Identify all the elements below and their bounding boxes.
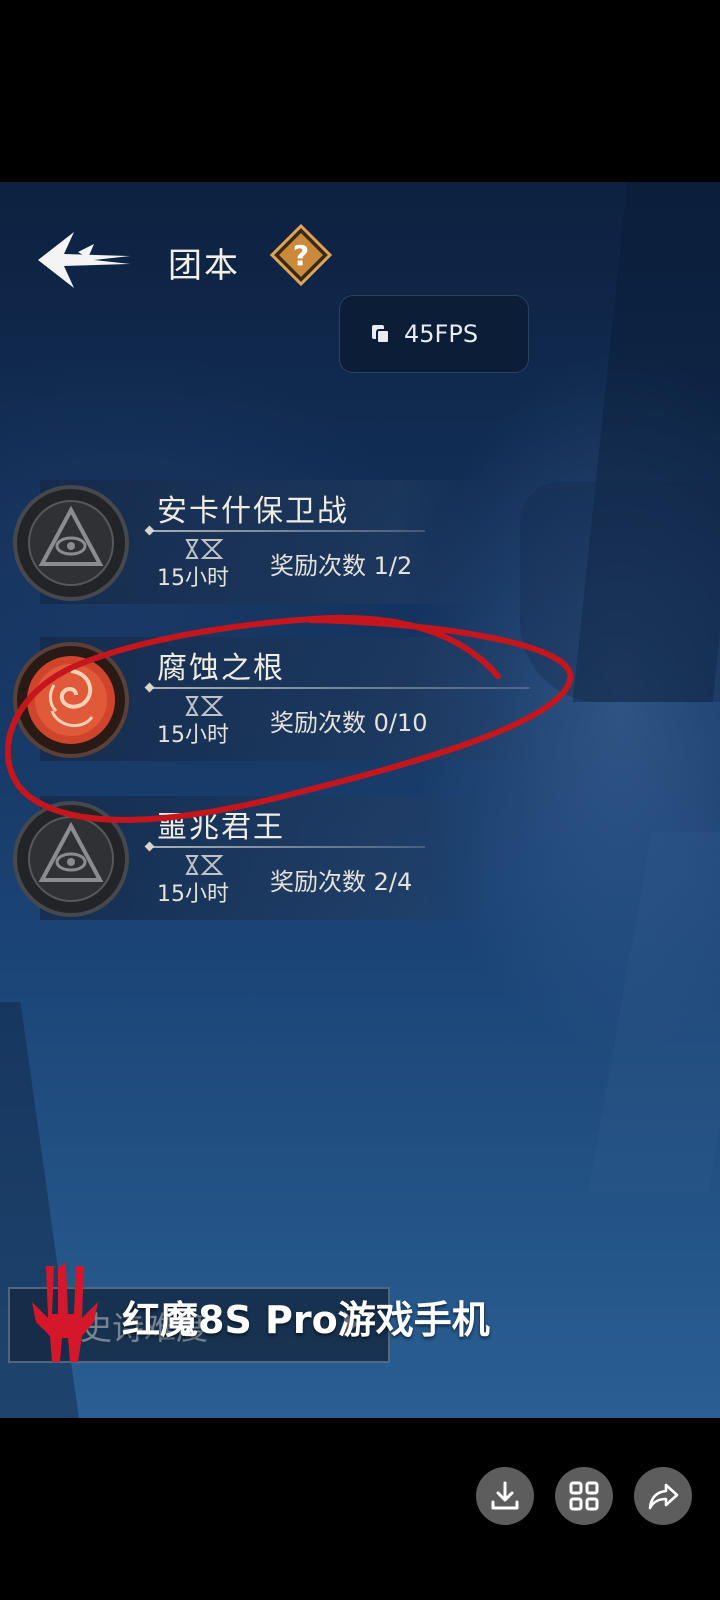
raid-entry-1[interactable]: 安卡什保卫战 15小时 奖励次数 1/2	[0, 480, 490, 604]
raid-name: 安卡什保卫战	[157, 494, 349, 529]
grid-icon	[569, 1481, 599, 1511]
copy-icon	[372, 325, 390, 344]
redmagic-logo	[32, 1262, 98, 1362]
share-button[interactable]	[634, 1467, 692, 1525]
hourglass-icon	[185, 539, 224, 559]
download-button[interactable]	[476, 1467, 534, 1525]
game-screen: 团本 ? 45FPS 安卡什保卫战 15小时 奖励次数 1/2 腐蚀之根 15小…	[0, 182, 720, 1418]
raid-time: 15小时	[157, 566, 229, 591]
eye-pyramid-icon	[13, 485, 129, 601]
download-icon	[491, 1481, 519, 1510]
svg-text:?: ?	[293, 239, 309, 272]
fps-badge[interactable]: 45FPS	[339, 295, 529, 373]
divider	[150, 530, 425, 532]
share-icon	[648, 1483, 679, 1510]
watermark-text: 红魔8S Pro游戏手机	[122, 1298, 490, 1342]
raid-reward: 奖励次数 2/4	[270, 868, 413, 896]
grid-button[interactable]	[555, 1467, 613, 1525]
raid-time: 15小时	[157, 882, 229, 907]
hourglass-icon	[185, 855, 224, 875]
background-rock-right	[588, 832, 720, 1192]
page-title: 团本	[168, 246, 240, 286]
back-arrow-icon[interactable]	[34, 230, 134, 290]
raid-reward: 奖励次数 1/2	[270, 552, 413, 580]
question-mark-icon[interactable]: ?	[269, 223, 333, 287]
fps-label: 45FPS	[404, 320, 479, 348]
divider	[150, 846, 425, 848]
highlight-circle-annotation	[4, 614, 574, 823]
